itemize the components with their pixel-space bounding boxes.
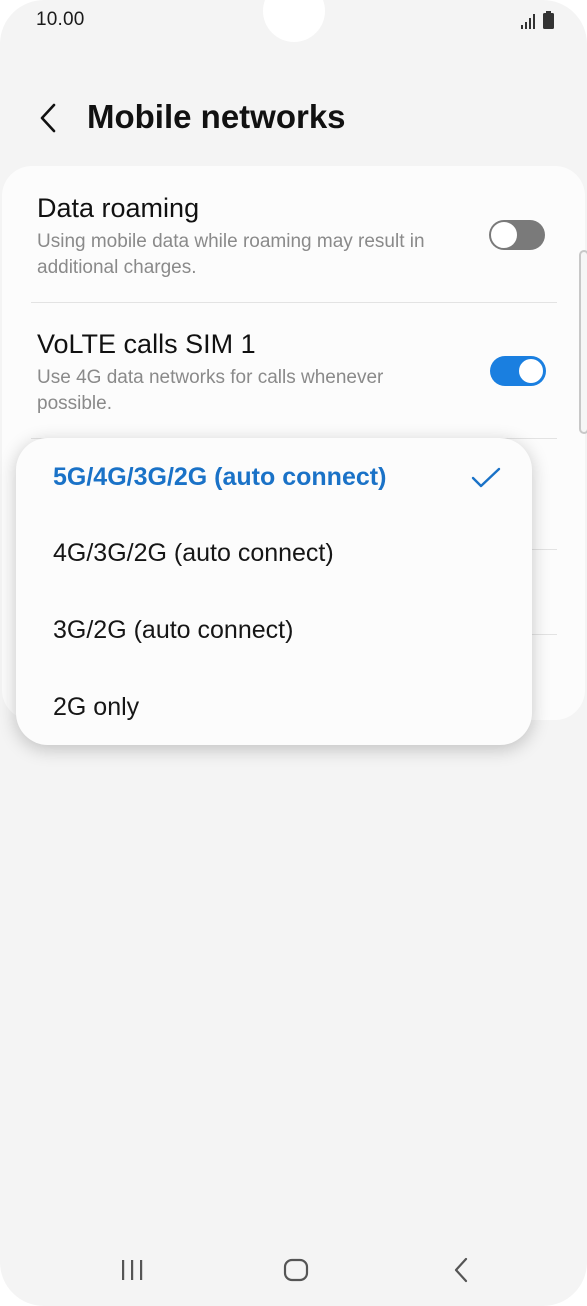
volte-subtitle: Use 4G data networks for calls whenever … [37, 367, 384, 414]
network-mode-popup: 5G/4G/3G/2G (auto connect) 4G/3G/2G (aut… [16, 438, 532, 745]
toggle-knob [490, 221, 518, 249]
data-roaming-title: Data roaming [37, 193, 200, 223]
status-bar: 10.00 [0, 0, 587, 44]
navigation-bar [0, 1240, 587, 1300]
recent-apps-icon [122, 1260, 143, 1280]
option-label: 3G/2G (auto connect) [53, 616, 294, 644]
signal-icon [521, 14, 535, 29]
data-roaming-subtitle: Using mobile data while roaming may resu… [37, 231, 425, 278]
check-icon [471, 467, 501, 488]
home-button[interactable] [276, 1254, 316, 1286]
option-label: 4G/3G/2G (auto connect) [53, 539, 334, 567]
scrollbar[interactable] [579, 250, 587, 434]
recent-apps-button[interactable] [112, 1254, 152, 1286]
home-icon [283, 1258, 309, 1282]
data-roaming-toggle[interactable] [489, 220, 545, 250]
toggle-knob [517, 357, 545, 385]
option-label: 5G/4G/3G/2G (auto connect) [53, 463, 387, 491]
network-option-3g[interactable]: 3G/2G (auto connect) [16, 594, 532, 668]
status-time: 10.00 [36, 9, 85, 30]
data-roaming-row[interactable]: Data roaming Using mobile data while roa… [2, 166, 585, 302]
volte-toggle[interactable] [490, 356, 546, 386]
chevron-left-icon [40, 103, 56, 133]
page-title: Mobile networks [87, 98, 346, 135]
network-option-5g[interactable]: 5G/4G/3G/2G (auto connect) [16, 441, 532, 515]
status-icons [521, 11, 554, 29]
battery-icon [543, 11, 554, 29]
phone-screen: 10.00 Mobile networks Data roaming Using… [0, 0, 587, 1306]
app-header: Mobile networks [0, 88, 587, 148]
nav-back-button[interactable] [441, 1254, 481, 1286]
volte-title: VoLTE calls SIM 1 [37, 329, 256, 359]
back-icon [454, 1257, 468, 1283]
volte-row[interactable]: VoLTE calls SIM 1 Use 4G data networks f… [2, 303, 585, 438]
network-option-2g[interactable]: 2G only [16, 671, 532, 745]
network-option-4g[interactable]: 4G/3G/2G (auto connect) [16, 517, 532, 591]
back-button[interactable] [28, 96, 68, 140]
option-label: 2G only [53, 693, 140, 721]
camera-notch [263, 0, 325, 42]
